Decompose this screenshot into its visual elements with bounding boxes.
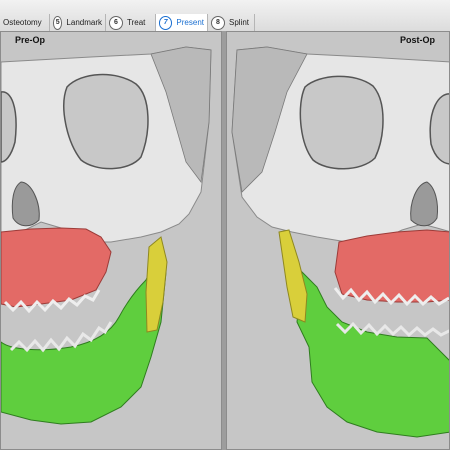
post-op-viewport[interactable]: Post-Op [226, 31, 450, 450]
tab-osteotomy[interactable]: Osteotomy [0, 14, 49, 31]
post-op-skull-model [231, 46, 449, 438]
tab-osteotomy-label: Osteotomy [3, 18, 42, 27]
step-7-icon: 7 [159, 15, 173, 30]
tab-present[interactable]: 7 Present [155, 14, 207, 31]
pre-op-right-orbit [63, 73, 149, 170]
tab-treat-label: Treat [127, 18, 146, 27]
tab-splint[interactable]: 8 Splint [207, 14, 255, 31]
pre-op-title: Pre-Op [15, 35, 46, 45]
post-op-right-orbit [299, 75, 384, 170]
tab-landmark-label: Landmark [66, 18, 102, 27]
post-op-title: Post-Op [400, 35, 435, 45]
step-6-icon: 6 [109, 15, 123, 30]
tab-splint-label: Splint [229, 18, 250, 27]
pre-op-ramus-segment [145, 236, 168, 333]
workflow-tab-bar: Osteotomy 5 Landmark 6 Treat 7 Present 8… [0, 0, 450, 32]
tab-treat[interactable]: 6 Treat [105, 14, 155, 31]
pre-op-viewport[interactable]: Pre-Op [0, 31, 222, 450]
tab-landmark[interactable]: 5 Landmark [49, 14, 105, 31]
step-5-icon: 5 [53, 15, 63, 30]
step-8-icon: 8 [211, 15, 225, 30]
pre-op-skull-model [1, 46, 212, 425]
post-op-ramus-segment [278, 229, 308, 323]
tab-present-label: Present [176, 18, 204, 27]
